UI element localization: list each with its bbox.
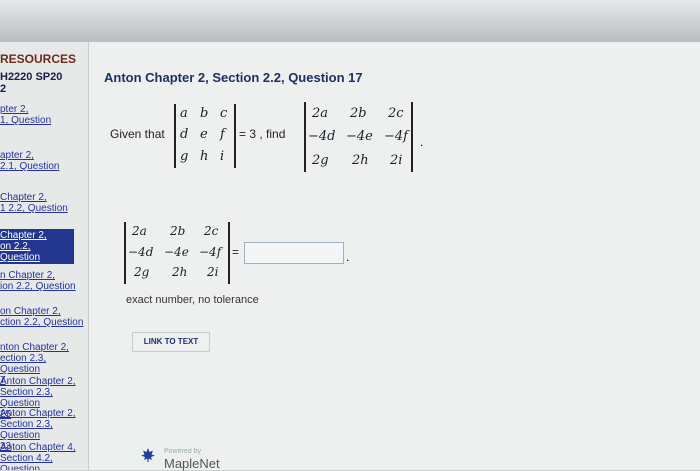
determinant-bar-left (304, 102, 306, 172)
matrix-entry: f (220, 127, 225, 142)
matrix-entry: −4e (346, 129, 373, 144)
maple-leaf-icon (141, 448, 155, 462)
matrix-entry: 2g (312, 153, 329, 168)
determinant-bar-right (228, 222, 230, 284)
powered-by-label: Powered by (164, 448, 201, 455)
matrix-entry: c (220, 106, 228, 121)
question-period: . (420, 135, 424, 149)
answer-period: . (346, 250, 350, 264)
sidebar-link-current-question[interactable]: Chapter 2, on 2.2, Question (0, 229, 74, 264)
matrix-entry: −4d (128, 245, 154, 259)
given-equation: = 3 , find (239, 127, 286, 141)
maplenet-logo-text: MapleNet (164, 456, 220, 471)
resources-sidebar: RESOURCES H2220 SP20 2 pter 2, 1, Questi… (0, 42, 89, 470)
course-code: H2220 SP20 (0, 71, 63, 83)
course-label: H2220 SP20 2 (0, 71, 62, 95)
matrix-entry: a (180, 106, 188, 121)
matrix-entry: 2i (390, 153, 403, 168)
sidebar-link-question[interactable]: on Chapter 2, ction 2.2, Question (0, 306, 88, 328)
determinant-bar-left (174, 104, 176, 168)
matrix-entry: −4e (164, 245, 189, 259)
matrix-entry: 2g (134, 265, 150, 279)
matrix-entry: −4f (384, 129, 408, 144)
matrix-entry: 2b (170, 224, 186, 238)
matrix-entry: i (220, 149, 225, 164)
matrix-entry: e (200, 127, 208, 142)
question-title: Anton Chapter 2, Section 2.2, Question 1… (104, 70, 363, 85)
matrix-entry: h (200, 149, 209, 164)
matrix-entry: d (180, 127, 189, 142)
sidebar-link-question[interactable]: Anton Chapter 4, Section 4.2, Question 0… (0, 442, 88, 470)
matrix-entry: 2a (312, 106, 329, 121)
determinant-bar-left (124, 222, 126, 284)
resources-title: RESOURCES (0, 52, 77, 66)
top-band (0, 0, 700, 42)
matrix-entry: 2c (388, 106, 404, 121)
matrix-entry: g (180, 149, 189, 164)
sidebar-link-question[interactable]: apter 2, 2.1, Question (0, 150, 88, 172)
sidebar-link-question[interactable]: pter 2, 1, Question (0, 104, 88, 126)
matrix-entry: 2a (132, 224, 147, 238)
link-to-text-button[interactable]: LINK TO TEXT (132, 332, 210, 352)
determinant-bar-right (411, 102, 413, 172)
answer-equals: = (232, 245, 240, 259)
matrix-entry: 2b (350, 106, 367, 121)
given-label: Given that (110, 127, 165, 141)
matrix-entry: b (200, 106, 209, 121)
determinant-bar-right (234, 104, 236, 168)
course-section: 2 (0, 83, 7, 95)
matrix-entry: 2h (172, 265, 188, 279)
matrix-entry: 2i (207, 265, 219, 279)
matrix-entry: 2c (204, 224, 219, 238)
tolerance-note: exact number, no tolerance (126, 294, 259, 306)
matrix-entry: −4d (308, 129, 336, 144)
sidebar-link-question[interactable]: Chapter 2, 1 2.2, Question (0, 192, 88, 214)
matrix-entry: −4f (199, 245, 222, 259)
sidebar-link-question[interactable]: n Chapter 2, ion 2.2, Question (0, 270, 88, 292)
answer-input[interactable] (244, 242, 344, 264)
matrix-entry: 2h (352, 153, 369, 168)
